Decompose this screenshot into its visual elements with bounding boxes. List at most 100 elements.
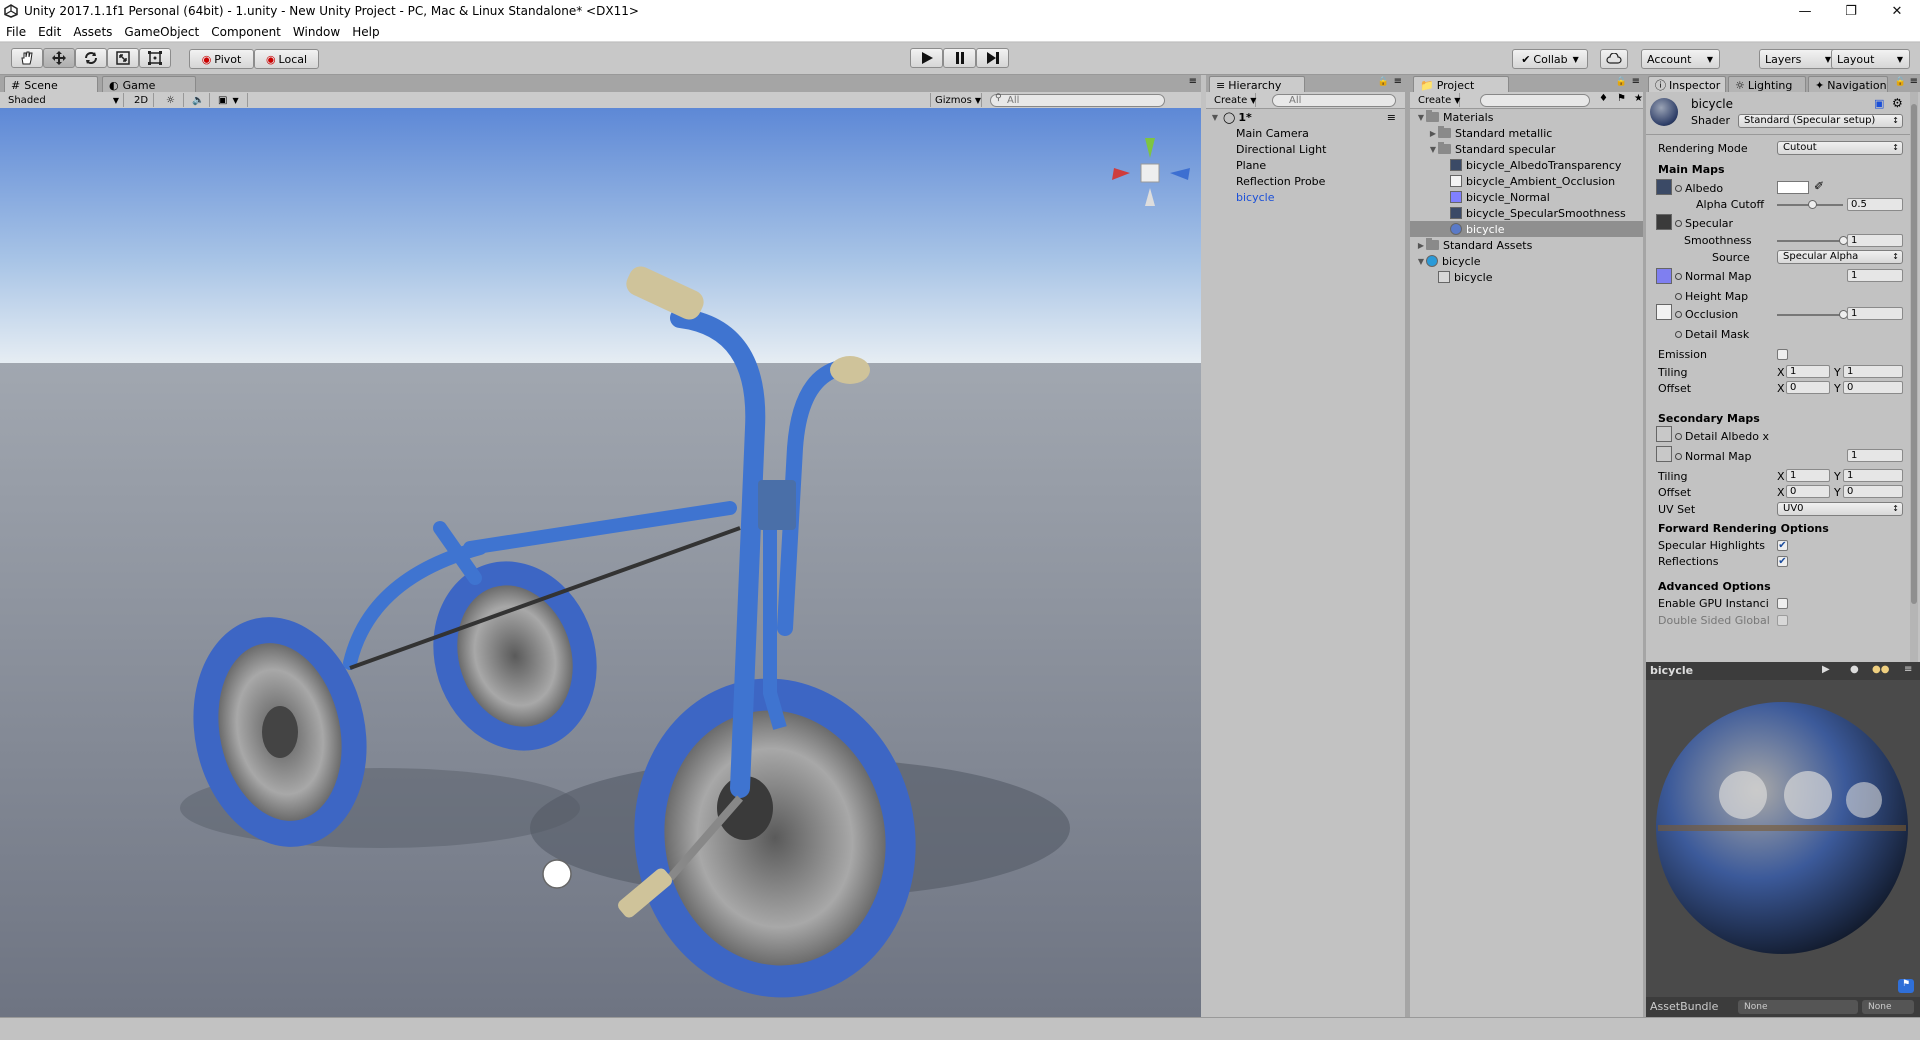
step-button[interactable] [976, 48, 1009, 68]
alpha-cutoff-slider-handle[interactable] [1808, 200, 1817, 209]
object-picker-icon[interactable] [1675, 185, 1682, 192]
scale-tool-button[interactable] [107, 48, 139, 68]
move-tool-button[interactable] [43, 48, 75, 68]
expand-arrow-icon[interactable]: ▼ [1416, 257, 1426, 266]
occlusion-field[interactable]: 1 [1847, 307, 1903, 320]
project-tree-item[interactable]: bicycle [1410, 221, 1643, 237]
minimize-button[interactable]: — [1782, 0, 1828, 22]
lock-icon[interactable]: 🔒 [1616, 77, 1627, 87]
project-create-dropdown[interactable]: Create ▼ [1414, 93, 1460, 107]
2d-toggle[interactable]: 2D [130, 93, 154, 107]
favorite-icon[interactable]: ★ [1634, 93, 1643, 104]
tab-scene[interactable]: # Scene [4, 76, 98, 93]
lock-icon[interactable]: 🔒 [1895, 77, 1906, 87]
secondary-tiling-y-field[interactable]: 1 [1843, 469, 1903, 482]
menu-gameobject[interactable]: GameObject [118, 25, 205, 39]
normal-map-texture-slot[interactable] [1656, 268, 1672, 284]
rendering-mode-dropdown[interactable]: Cutout [1777, 141, 1903, 155]
hierarchy-search-input[interactable]: All [1272, 94, 1396, 107]
asset-label-icon[interactable]: ⚑ [1898, 979, 1914, 993]
close-button[interactable]: ✕ [1874, 0, 1920, 22]
smoothness-field[interactable]: 1 [1847, 234, 1903, 247]
albedo-color-field[interactable] [1777, 181, 1809, 194]
scene-root-row[interactable]: ▼ ◯ 1* ≡ [1210, 109, 1400, 125]
scene-viewport[interactable] [0, 108, 1201, 1017]
emission-checkbox[interactable] [1777, 349, 1788, 360]
lighting-toggle[interactable]: ☼ [162, 93, 184, 107]
lock-icon[interactable]: 🔒 [1378, 77, 1389, 87]
tab-project[interactable]: 📁 Project [1413, 76, 1509, 93]
menu-help[interactable]: Help [346, 25, 385, 39]
secondary-offset-y-field[interactable]: 0 [1843, 485, 1903, 498]
offset-y-field[interactable]: 0 [1843, 381, 1903, 394]
hierarchy-item-main-camera[interactable]: Main Camera [1236, 125, 1309, 141]
alpha-cutoff-field[interactable]: 0.5 [1847, 198, 1903, 211]
object-picker-icon[interactable] [1675, 220, 1682, 227]
project-tree-item[interactable]: bicycle_AlbedoTransparency [1410, 157, 1643, 173]
object-picker-icon[interactable] [1675, 311, 1682, 318]
filter-type-icon[interactable]: ♦ [1599, 93, 1608, 104]
object-picker-icon[interactable] [1675, 331, 1682, 338]
panel-menu-icon[interactable]: ≡ [1394, 76, 1402, 87]
tab-navigation[interactable]: ✦ Navigation [1808, 76, 1888, 93]
local-toggle-button[interactable]: ◉ Local [254, 49, 319, 69]
uv-set-dropdown[interactable]: UV0 [1777, 502, 1903, 516]
play-preview-icon[interactable]: ▶ [1822, 664, 1830, 675]
reflections-checkbox[interactable]: ✔ [1777, 556, 1788, 567]
scene-menu-icon[interactable]: ≡ [1387, 111, 1396, 124]
gpu-instancing-checkbox[interactable] [1777, 598, 1788, 609]
pause-button[interactable] [943, 48, 976, 68]
panel-menu-icon[interactable]: ≡ [1904, 664, 1912, 675]
double-sided-gi-checkbox[interactable] [1777, 615, 1788, 626]
scene-search-input[interactable]: All [990, 94, 1165, 107]
effects-dropdown[interactable]: ▣ ▼ [214, 93, 248, 107]
rect-tool-button[interactable] [139, 48, 171, 68]
smoothness-slider-track[interactable] [1777, 240, 1843, 242]
object-picker-icon[interactable] [1675, 293, 1682, 300]
expand-arrow-icon[interactable]: ▼ [1416, 113, 1426, 122]
project-tree-item[interactable]: bicycle_Ambient_Occlusion [1410, 173, 1643, 189]
specular-highlights-checkbox[interactable]: ✔ [1777, 540, 1788, 551]
gizmos-dropdown[interactable]: Gizmos ▼ [930, 93, 982, 107]
object-picker-icon[interactable] [1675, 433, 1682, 440]
tiling-y-field[interactable]: 1 [1843, 365, 1903, 378]
scrollbar-thumb[interactable] [1911, 104, 1917, 604]
preview-light-icon[interactable]: ●● [1872, 664, 1889, 675]
shader-dropdown[interactable]: Standard (Specular setup) [1738, 114, 1903, 128]
expand-arrow-icon[interactable]: ▼ [1428, 145, 1438, 154]
project-tree-item[interactable]: bicycle [1410, 269, 1643, 285]
cloud-button[interactable] [1600, 49, 1628, 69]
light-gizmo-icon[interactable] [542, 859, 572, 889]
expand-arrow-icon[interactable]: ▶ [1428, 129, 1438, 138]
hierarchy-item-bicycle[interactable]: bicycle [1236, 189, 1274, 205]
sphere-mesh-icon[interactable]: ● [1850, 664, 1859, 675]
asset-bundle-variant-dropdown[interactable]: None [1862, 1000, 1914, 1014]
project-tree-item[interactable]: bicycle_Normal [1410, 189, 1643, 205]
help-book-icon[interactable]: ▣ [1874, 97, 1884, 110]
project-tree-item[interactable]: ▼ bicycle [1410, 253, 1643, 269]
detail-normal-texture-slot[interactable] [1656, 446, 1672, 462]
play-button[interactable] [910, 48, 943, 68]
menu-component[interactable]: Component [205, 25, 287, 39]
specular-texture-slot[interactable] [1656, 214, 1672, 230]
gear-icon[interactable]: ⚙ [1892, 96, 1903, 110]
hierarchy-item-plane[interactable]: Plane [1236, 157, 1266, 173]
project-search-input[interactable] [1480, 94, 1590, 107]
hierarchy-item-directional-light[interactable]: Directional Light [1236, 141, 1326, 157]
eyedropper-icon[interactable]: ✐ [1814, 179, 1824, 193]
occlusion-texture-slot[interactable] [1656, 304, 1672, 320]
panel-menu-icon[interactable]: ≡ [1632, 76, 1640, 87]
rotate-tool-button[interactable] [75, 48, 107, 68]
menu-edit[interactable]: Edit [32, 25, 67, 39]
account-dropdown[interactable]: Account ▼ [1641, 49, 1720, 69]
offset-x-field[interactable]: 0 [1786, 381, 1830, 394]
shading-mode-dropdown[interactable]: Shaded ▼ [4, 93, 124, 107]
expand-arrow-icon[interactable]: ▶ [1416, 241, 1426, 250]
menu-assets[interactable]: Assets [67, 25, 118, 39]
project-tree-item[interactable]: bicycle_SpecularSmoothness [1410, 205, 1643, 221]
menu-file[interactable]: File [0, 25, 32, 39]
menu-window[interactable]: Window [287, 25, 346, 39]
detail-albedo-texture-slot[interactable] [1656, 426, 1672, 442]
source-dropdown[interactable]: Specular Alpha [1777, 250, 1903, 264]
expand-arrow-icon[interactable]: ▼ [1210, 113, 1220, 122]
